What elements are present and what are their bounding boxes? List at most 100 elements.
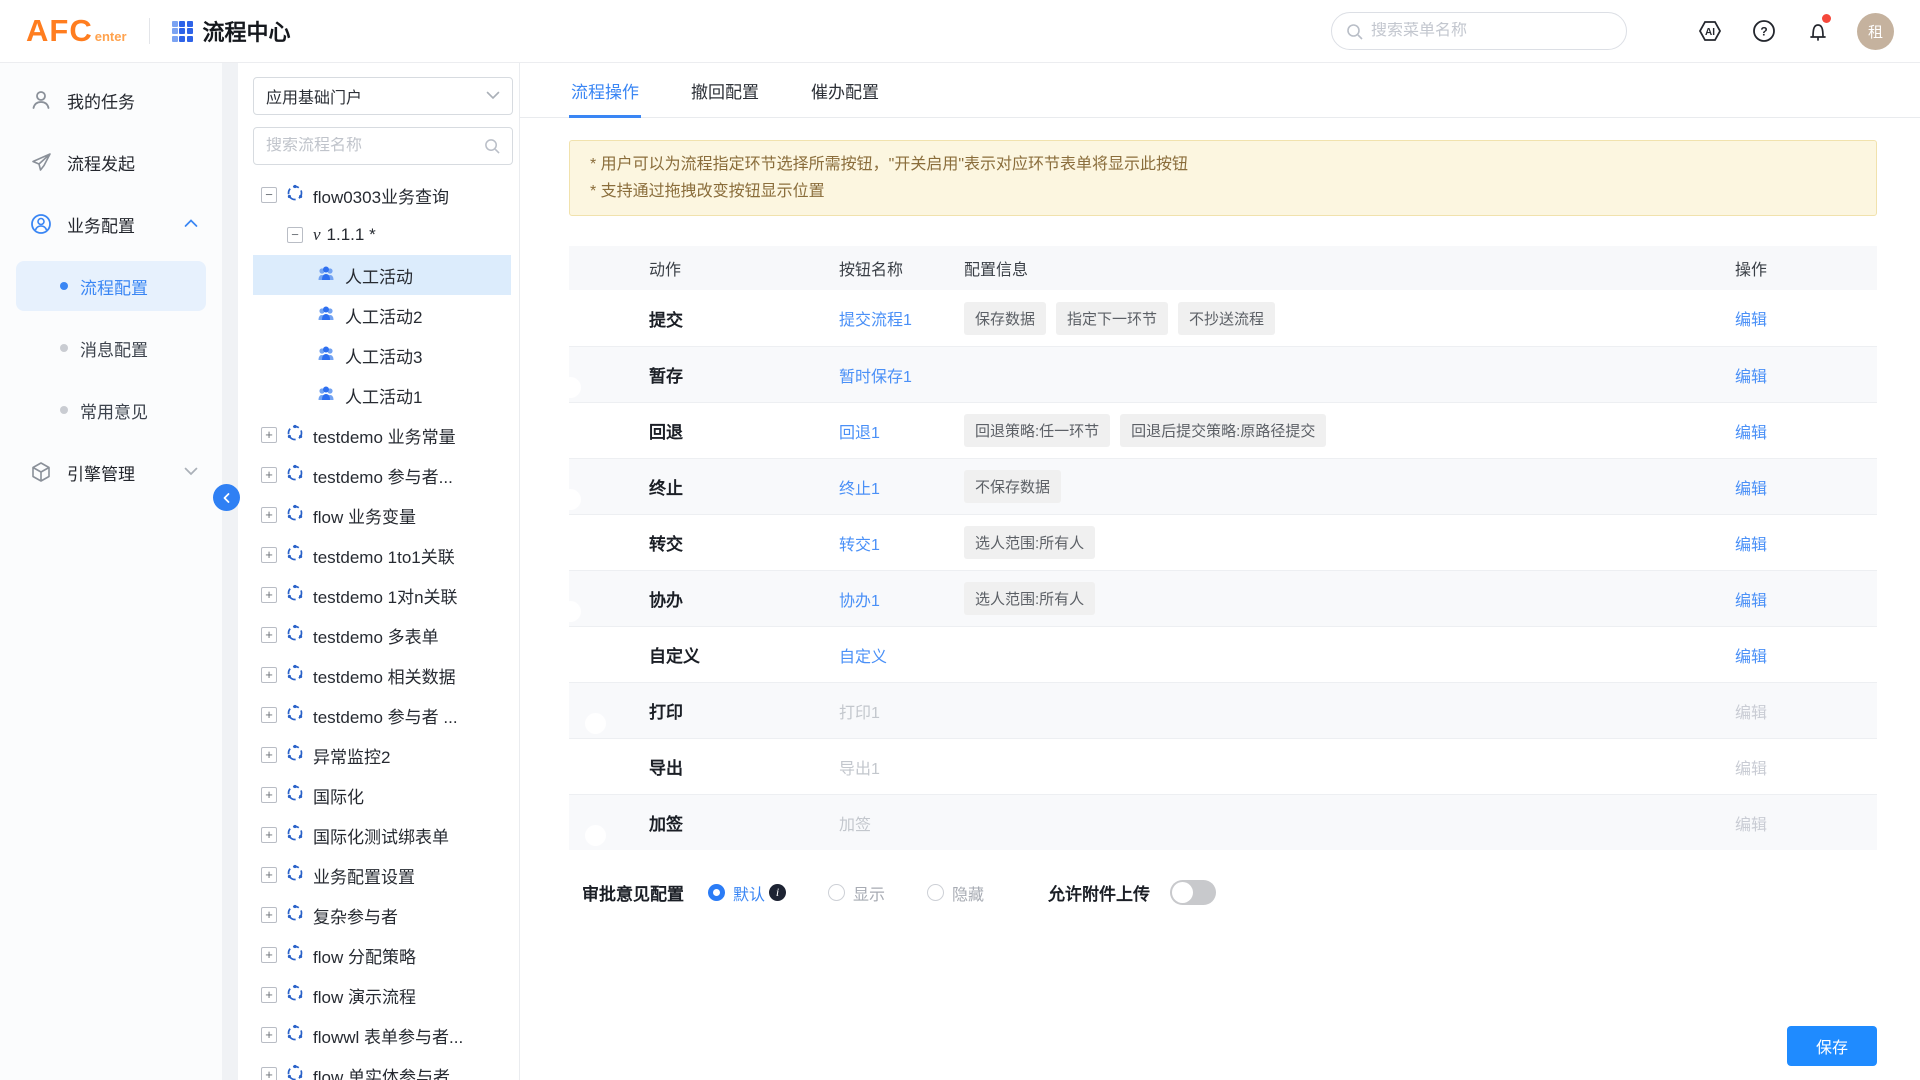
button-name-link[interactable]: 转交1	[839, 531, 964, 555]
user-icon	[30, 89, 52, 111]
button-name-link[interactable]: 回退1	[839, 419, 964, 443]
tree-node-process[interactable]: + flowwl 表单参与者...	[253, 1015, 511, 1055]
sidebar-collapse-button[interactable]	[213, 484, 240, 511]
tree-node-activity[interactable]: 人工活动	[253, 255, 511, 295]
tree-node-process[interactable]: +flow 演示流程	[253, 975, 511, 1015]
sidebar-item-0[interactable]: 我的任务	[0, 69, 222, 131]
tree-node-label: 1.1.1 *	[327, 225, 376, 245]
expand-node-icon[interactable]: +	[261, 427, 277, 443]
edit-link[interactable]: 编辑	[1735, 699, 1877, 723]
sidebar-item-2[interactable]: 业务配置	[0, 193, 222, 255]
expand-node-icon[interactable]: +	[261, 627, 277, 643]
apps-grid-icon[interactable]	[172, 21, 193, 42]
expand-node-icon[interactable]: +	[261, 987, 277, 1003]
radio-option-显示[interactable]: 显示	[828, 881, 885, 905]
tree-node-process[interactable]: +flow 业务变量	[253, 495, 511, 535]
sidebar-item-1[interactable]: 流程发起	[0, 131, 222, 193]
ai-assistant-icon[interactable]: AI	[1695, 16, 1725, 46]
expand-node-icon[interactable]: +	[261, 667, 277, 683]
sidebar-subitem-流程配置[interactable]: 流程配置	[0, 255, 222, 317]
table-row: 回退回退1回退策略:任一环节回退后提交策略:原路径提交编辑	[569, 402, 1877, 458]
button-name-link[interactable]: 终止1	[839, 475, 964, 499]
button-name-link[interactable]: 导出1	[839, 755, 964, 779]
tree-node-process[interactable]: +testdemo 1to1关联	[253, 535, 511, 575]
tree-node-process[interactable]: +testdemo 相关数据	[253, 655, 511, 695]
expand-node-icon[interactable]: +	[261, 867, 277, 883]
tree-node-process[interactable]: +国际化	[253, 775, 511, 815]
edit-link[interactable]: 编辑	[1735, 587, 1877, 611]
tree-node-process[interactable]: +testdemo 业务常量	[253, 415, 511, 455]
button-name-link[interactable]: 提交流程1	[839, 306, 964, 330]
tree-node-process[interactable]: +业务配置设置	[253, 855, 511, 895]
radio-option-隐藏[interactable]: 隐藏	[927, 881, 984, 905]
edit-link[interactable]: 编辑	[1735, 363, 1877, 387]
notice-banner: * 用户可以为流程指定环节选择所需按钮，"开关启用"表示对应环节表单将显示此按钮…	[569, 140, 1877, 216]
config-chip: 指定下一环节	[1056, 302, 1168, 335]
expand-node-icon[interactable]: +	[261, 827, 277, 843]
app-select[interactable]: 应用基础门户	[253, 77, 513, 115]
button-name-link[interactable]: 打印1	[839, 699, 964, 723]
button-name-link[interactable]: 加签	[839, 811, 964, 835]
tree-node-activity[interactable]: 人工活动3	[253, 335, 511, 375]
expand-node-icon[interactable]: +	[261, 1027, 277, 1043]
sidebar-item-3[interactable]: 引擎管理	[0, 441, 222, 503]
tree-node-process[interactable]: +testdemo 参与者...	[253, 455, 511, 495]
tree-node-process[interactable]: +国际化测试绑表单	[253, 815, 511, 855]
participants-icon	[317, 305, 335, 321]
edit-link[interactable]: 编辑	[1735, 306, 1877, 330]
notification-bell-icon[interactable]	[1803, 16, 1833, 46]
edit-link[interactable]: 编辑	[1735, 811, 1877, 835]
tree-node-process[interactable]: +复杂参与者	[253, 895, 511, 935]
sidebar-subitem-常用意见[interactable]: 常用意见	[0, 379, 222, 441]
expand-node-icon[interactable]: +	[261, 907, 277, 923]
expand-node-icon[interactable]: +	[261, 787, 277, 803]
edit-link[interactable]: 编辑	[1735, 419, 1877, 443]
help-icon[interactable]: ?	[1749, 16, 1779, 46]
tree-node-process[interactable]: +flow 单实体参与者	[253, 1055, 511, 1080]
process-search-input[interactable]	[266, 137, 484, 155]
info-icon[interactable]: i	[769, 884, 786, 901]
tree-node-label: 人工活动3	[345, 343, 422, 368]
tree-node-activity[interactable]: 人工活动2	[253, 295, 511, 335]
tab-撤回配置[interactable]: 撤回配置	[689, 63, 761, 118]
brand-logo[interactable]: AFC enter	[26, 13, 127, 49]
action-label: 回退	[649, 418, 839, 443]
expand-node-icon[interactable]: +	[261, 587, 277, 603]
table-row: 导出导出1编辑	[569, 738, 1877, 794]
attachment-upload-toggle[interactable]	[1170, 880, 1216, 905]
menu-search-input[interactable]	[1371, 22, 1612, 40]
sidebar-subitem-消息配置[interactable]: 消息配置	[0, 317, 222, 379]
tree-node-root[interactable]: −flow0303业务查询	[253, 175, 511, 215]
button-name-link[interactable]: 暂时保存1	[839, 363, 964, 387]
page: AFC enter 流程中心 AI ?	[0, 0, 1920, 1080]
avatar[interactable]: 租	[1857, 13, 1894, 50]
expand-node-icon[interactable]: +	[261, 467, 277, 483]
radio-option-默认[interactable]: 默认i	[708, 881, 786, 905]
tab-催办配置[interactable]: 催办配置	[809, 63, 881, 118]
save-button[interactable]: 保存	[1787, 1026, 1877, 1066]
tree-node-process[interactable]: +异常监控2	[253, 735, 511, 775]
tree-node-process[interactable]: +flow 分配策略	[253, 935, 511, 975]
edit-link[interactable]: 编辑	[1735, 475, 1877, 499]
expand-node-icon[interactable]: +	[261, 507, 277, 523]
button-name-link[interactable]: 协办1	[839, 587, 964, 611]
tab-bar: 流程操作撤回配置催办配置	[520, 63, 1920, 118]
expand-node-icon[interactable]: +	[261, 547, 277, 563]
button-name-link[interactable]: 自定义	[839, 643, 964, 667]
edit-link[interactable]: 编辑	[1735, 643, 1877, 667]
collapse-node-icon[interactable]: −	[261, 187, 277, 203]
collapse-node-icon[interactable]: −	[287, 227, 303, 243]
tab-流程操作[interactable]: 流程操作	[569, 63, 641, 118]
edit-link[interactable]: 编辑	[1735, 755, 1877, 779]
expand-node-icon[interactable]: +	[261, 1067, 277, 1080]
tree-node-process[interactable]: +testdemo 1对n关联	[253, 575, 511, 615]
expand-node-icon[interactable]: +	[261, 947, 277, 963]
tree-node-activity[interactable]: 人工活动1	[253, 375, 511, 415]
tree-node-process[interactable]: +testdemo 参与者 ...	[253, 695, 511, 735]
edit-link[interactable]: 编辑	[1735, 531, 1877, 555]
tree-node-process[interactable]: +testdemo 多表单	[253, 615, 511, 655]
tree-node-label: flowwl 表单参与者...	[313, 1023, 463, 1048]
expand-node-icon[interactable]: +	[261, 707, 277, 723]
expand-node-icon[interactable]: +	[261, 747, 277, 763]
tree-node-version[interactable]: −v1.1.1 *	[253, 215, 511, 255]
